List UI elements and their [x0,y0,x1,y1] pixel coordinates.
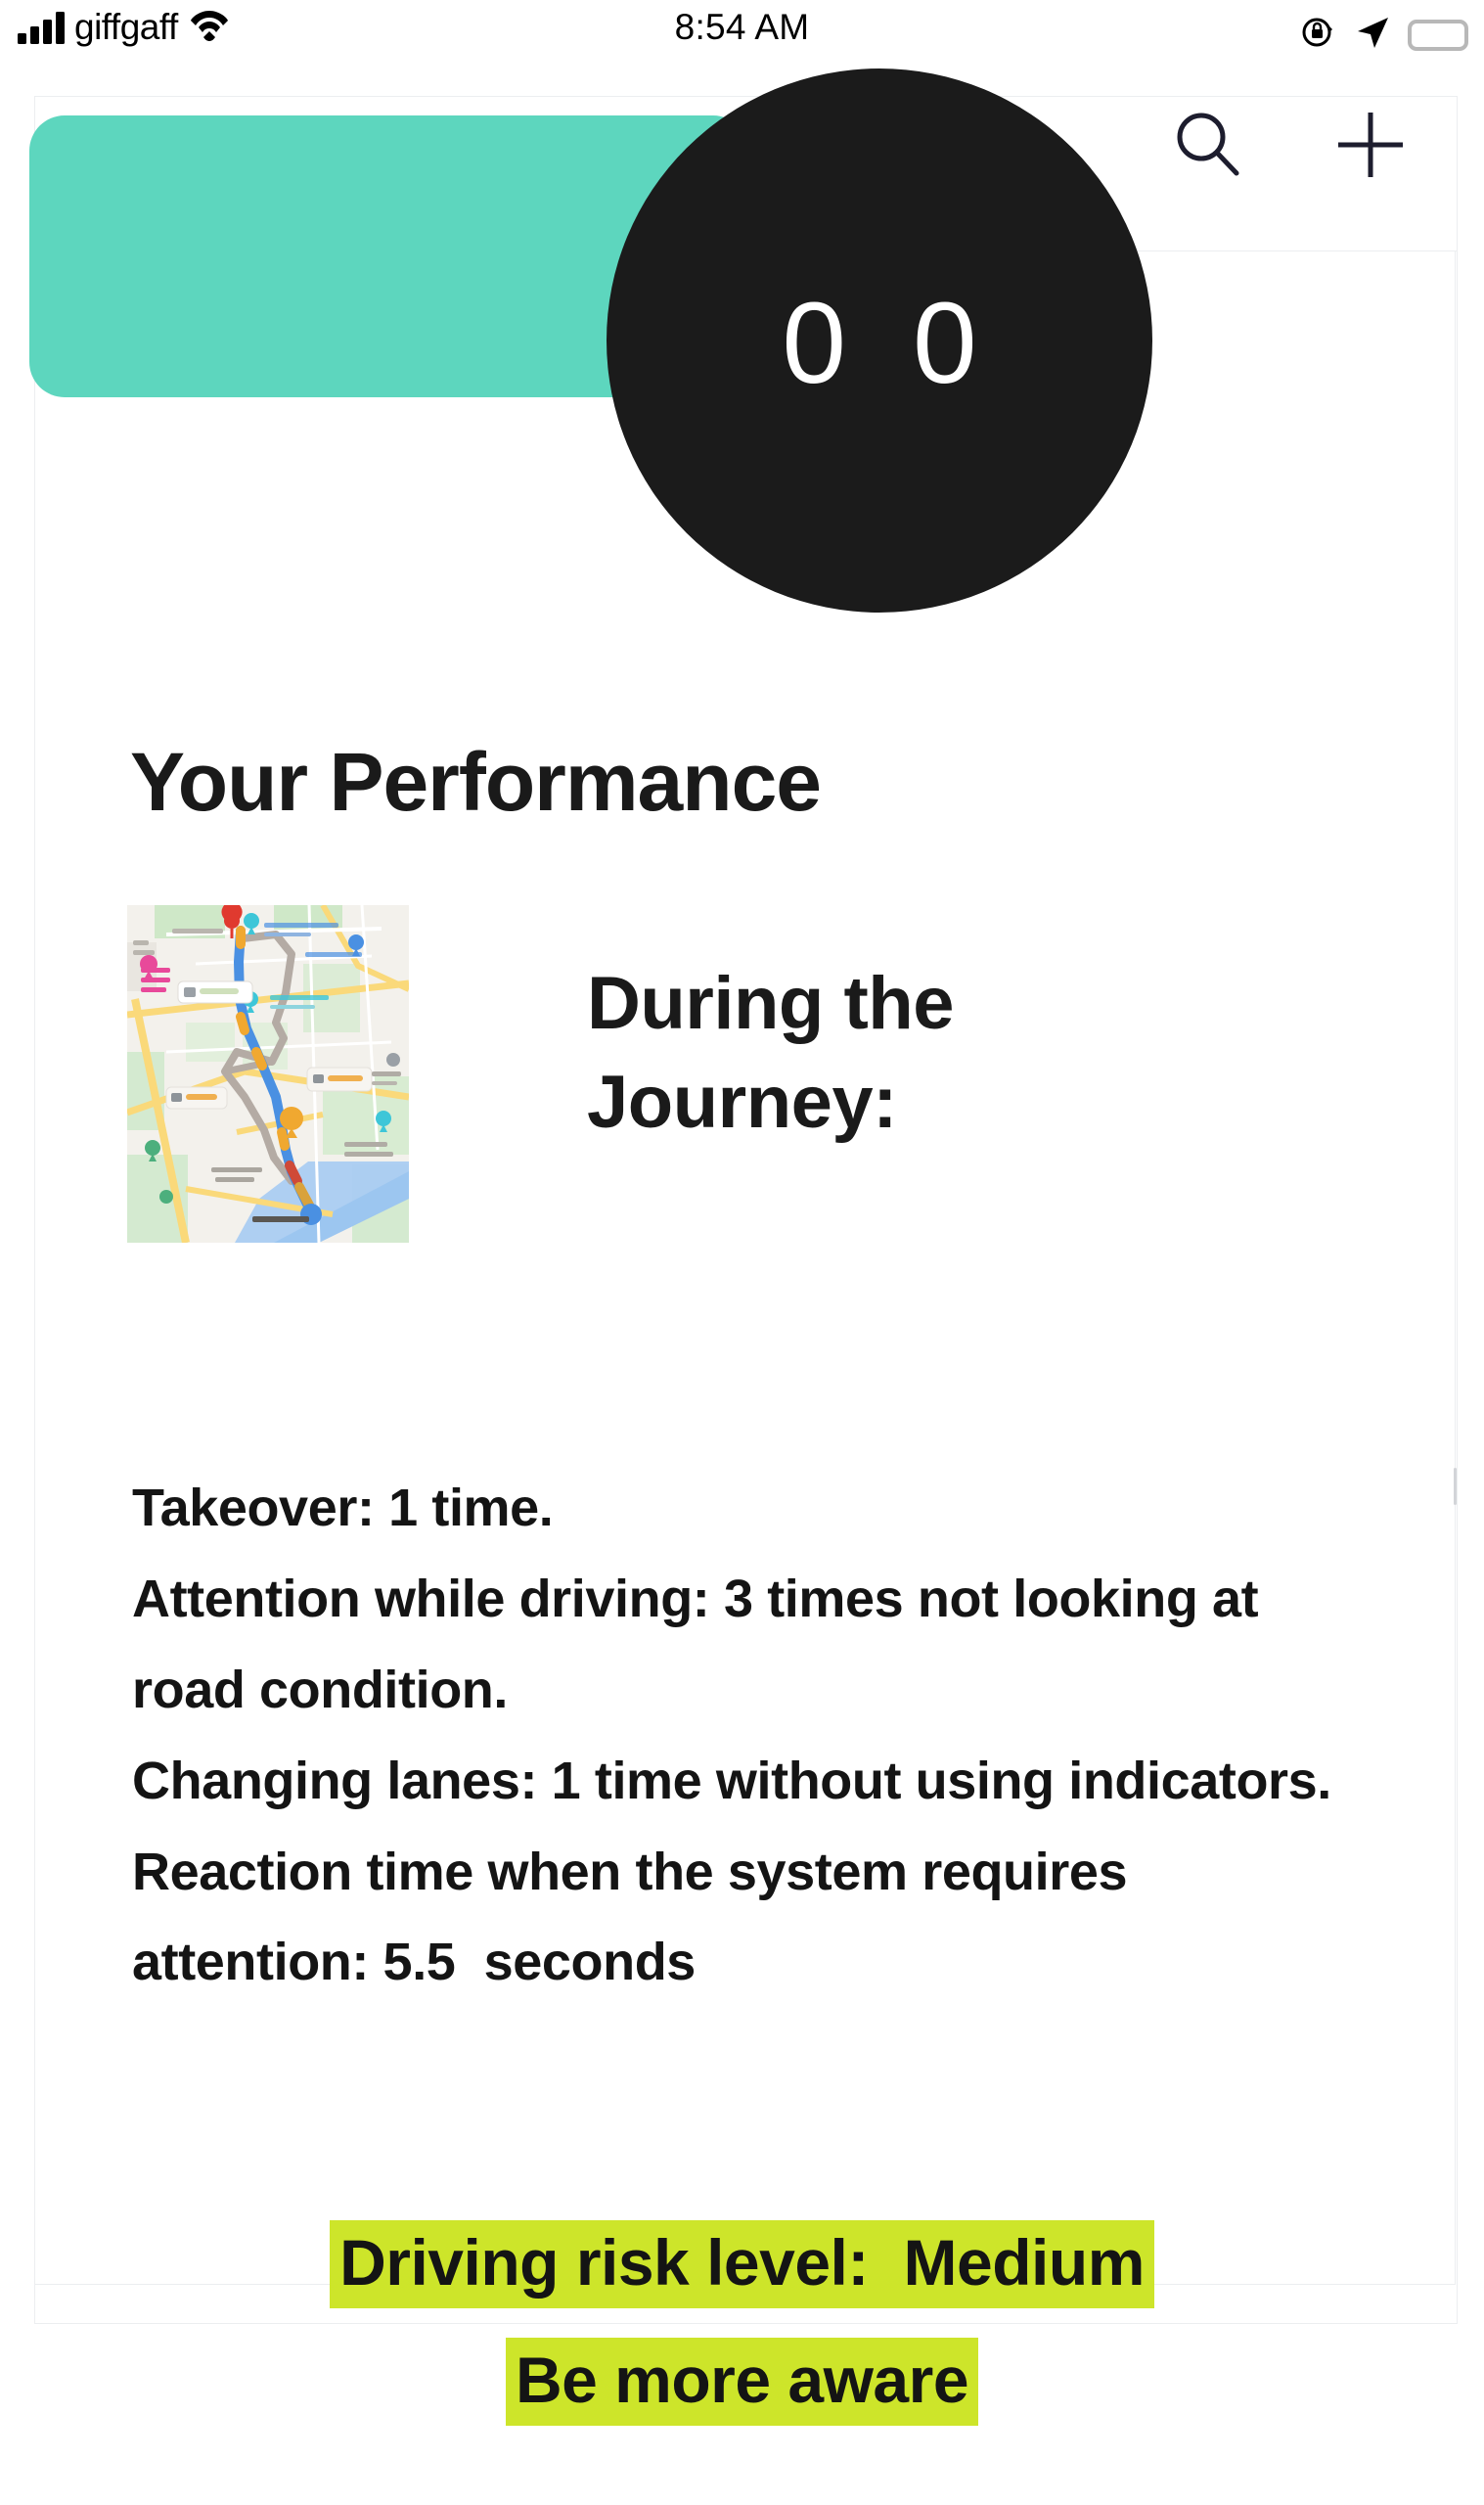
battery-full-icon [1408,19,1468,51]
risk-level-row: Driving risk level: Medium [0,2207,1484,2320]
status-bar-right [1298,13,1468,57]
avatar-digit-left: 0 [782,279,846,408]
stat-line-lane-change: Changing lanes: 1 time without using ind… [132,1751,1331,1810]
journey-route-map-thumbnail[interactable] [127,905,409,1243]
search-icon[interactable] [1171,108,1245,182]
journey-stats-list: Takeover: 1 time. Attention while drivin… [132,1463,1355,2008]
stat-line-takeover: Takeover: 1 time. [132,1479,554,1537]
location-arrow-icon [1353,13,1392,57]
risk-advice-badge: Be more aware [505,2337,979,2426]
status-bar-clock: 8:54 AM [674,7,810,47]
stat-line-reaction-time: Reaction time when the system requires a… [132,1842,1142,1992]
stat-line-attention: Attention while driving: 3 times not loo… [132,1569,1273,1719]
page-subtitle: During the Journey: [587,962,954,1145]
app-screen: giffgaff 8:54 AM 0 0 Your Performance Du… [0,0,1484,2505]
plus-icon[interactable] [1333,108,1408,182]
rotation-lock-icon [1298,13,1337,57]
driving-risk-summary: Driving risk level: Medium Be more aware [0,2207,1484,2437]
page-title: Your Performance [130,736,822,828]
scrollbar-thumb[interactable] [1454,1468,1457,1505]
avatar-digit-right: 0 [913,279,977,408]
risk-advice-row: Be more aware [0,2324,1484,2437]
appbar-actions [1171,108,1408,182]
avatar[interactable]: 0 0 [607,68,1152,613]
risk-level-badge: Driving risk level: Medium [330,2220,1154,2308]
status-bar: giffgaff 8:54 AM [0,0,1484,68]
